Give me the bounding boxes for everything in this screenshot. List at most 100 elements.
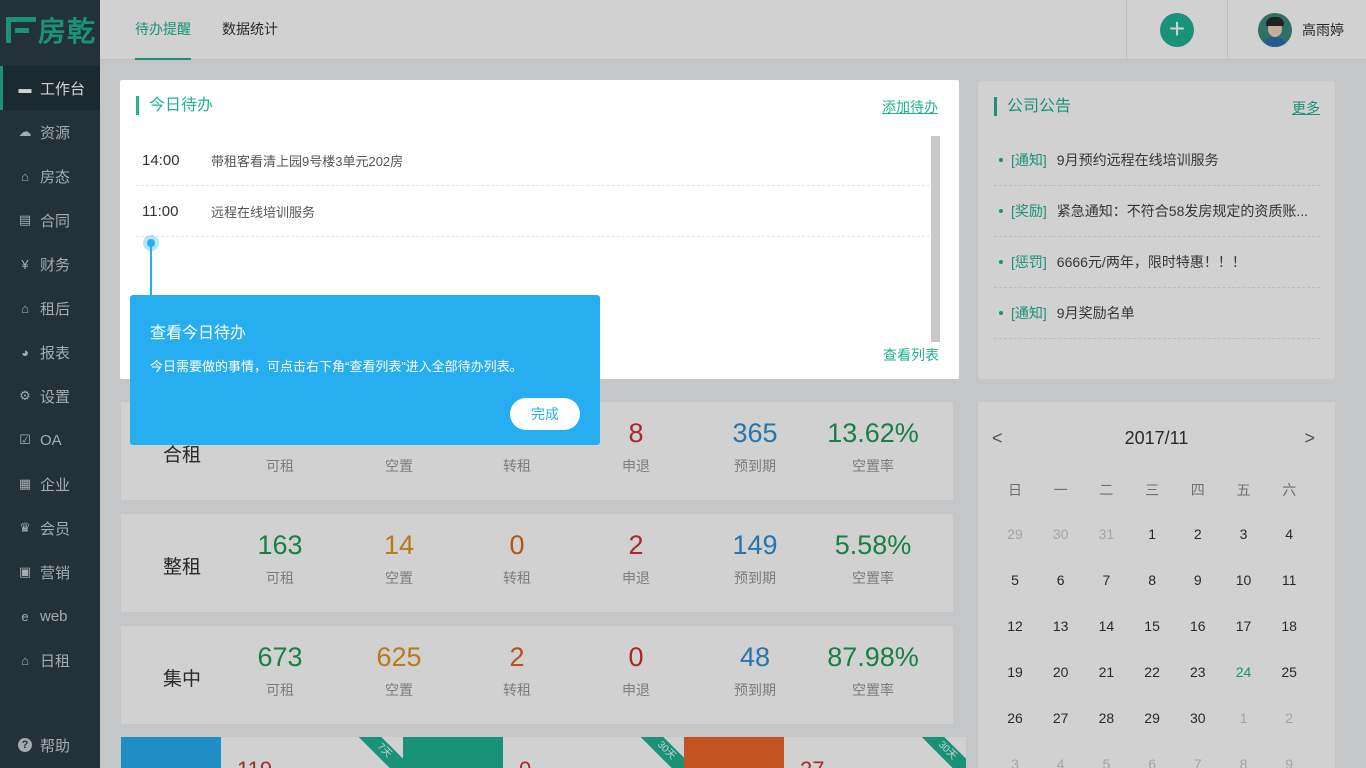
todo-scrollbar[interactable] [931,136,940,342]
calendar-day[interactable]: 21 [1083,664,1129,680]
sidebar-item-enterprise[interactable]: ▦ 企业 [0,462,100,506]
help-link[interactable]: ? 帮助 [0,734,100,756]
calendar-day[interactable]: 20 [1038,664,1084,680]
calendar-day[interactable]: 6 [1129,756,1175,768]
calendar-day[interactable]: 25 [1266,664,1312,680]
add-button[interactable]: + [1160,13,1194,47]
calendar-day[interactable]: 2 [1175,526,1221,542]
calendar-day[interactable]: 1 [1221,710,1267,726]
calendar-day[interactable]: 27 [1038,710,1084,726]
calendar-day[interactable]: 13 [1038,618,1084,634]
calendar-day[interactable]: 1 [1129,526,1175,542]
calendar-day[interactable]: 31 [1083,526,1129,542]
stat-cell[interactable]: 625 空置 [339,640,459,700]
notice-more-link[interactable]: 更多 [1292,98,1320,118]
summary-card[interactable]: 7天 119 [121,737,403,768]
calendar-day[interactable]: 19 [992,664,1038,680]
stat-cell[interactable]: 149 预到期 [695,528,815,588]
stat-cell[interactable]: 48 预到期 [695,640,815,700]
tour-done-button[interactable]: 完成 [510,398,580,430]
brand-logo[interactable]: 房乾 [0,0,100,60]
calendar-day[interactable]: 9 [1175,572,1221,588]
calendar-day[interactable]: 4 [1038,756,1084,768]
stat-cell[interactable]: 2 申退 [576,528,696,588]
calendar-day[interactable]: 22 [1129,664,1175,680]
summary-card[interactable]: 30天 27 [684,737,966,768]
view-list-link[interactable]: 查看列表 [883,345,939,365]
calendar-day[interactable]: 11 [1266,572,1312,588]
calendar-day[interactable]: 24 [1221,664,1267,680]
sidebar-item-settings[interactable]: ⚙ 设置 [0,374,100,418]
sidebar-item-label: 财务 [40,256,71,274]
sidebar-item-oa[interactable]: ☑ OA [0,418,100,462]
todo-item[interactable]: 14:00 带租客看清上园9号楼3单元202房 [136,135,930,186]
stat-cell[interactable]: 163 可租 [220,528,340,588]
stat-cell[interactable]: 0 申退 [576,640,696,700]
calendar-next-button[interactable]: > [1304,428,1315,449]
stat-cell[interactable]: 13.62% 空置率 [813,416,933,476]
calendar-day[interactable]: 3 [992,756,1038,768]
tour-pointer-dot [143,235,159,251]
sidebar-item-workbench[interactable]: ▬ 工作台 [0,66,100,110]
calendar-day[interactable]: 5 [992,572,1038,588]
todo-time: 14:00 [142,151,180,169]
calendar-day[interactable]: 8 [1221,756,1267,768]
avatar[interactable] [1258,13,1292,47]
tab-data-statistics[interactable]: 数据统计 [222,0,278,60]
calendar-day[interactable]: 30 [1175,710,1221,726]
stat-cell[interactable]: 5.58% 空置率 [813,528,933,588]
calendar-day[interactable]: 16 [1175,618,1221,634]
calendar-day[interactable]: 29 [992,526,1038,542]
user-name[interactable]: 高雨婷 [1302,0,1344,60]
calendar-day[interactable]: 8 [1129,572,1175,588]
calendar-day[interactable]: 30 [1038,526,1084,542]
stat-cell[interactable]: 87.98% 空置率 [813,640,933,700]
sidebar-item-web[interactable]: e web [0,594,100,638]
calendar-day[interactable]: 26 [992,710,1038,726]
calendar-day[interactable]: 7 [1175,756,1221,768]
stat-row[interactable]: 集中 673 可租 625 空置 2 转租 0 申退 48 预到期 87.98% 空置率 [121,626,953,724]
summary-card[interactable]: 30天 0 [403,737,685,768]
calendar-day[interactable]: 6 [1038,572,1084,588]
stat-label: 空置率 [852,458,894,474]
stat-cell[interactable]: 14 空置 [339,528,459,588]
sidebar-item-reports[interactable]: ◕ 报表 [0,330,100,374]
calendar-day[interactable]: 5 [1083,756,1129,768]
tab-todo-reminder[interactable]: 待办提醒 [135,0,191,60]
stat-cell[interactable]: 365 预到期 [695,416,815,476]
calendar-day[interactable]: 12 [992,618,1038,634]
calendar-day[interactable]: 29 [1129,710,1175,726]
calendar-day[interactable]: 28 [1083,710,1129,726]
sidebar-item-finance[interactable]: ¥ 财务 [0,242,100,286]
calendar-day[interactable]: 23 [1175,664,1221,680]
stat-cell[interactable]: 2 转租 [457,640,577,700]
calendar-day[interactable]: 17 [1221,618,1267,634]
calendar-day[interactable]: 7 [1083,572,1129,588]
calendar-day[interactable]: 14 [1083,618,1129,634]
todo-item[interactable]: 11:00 远程在线培训服务 [136,186,930,237]
sidebar-item-marketing[interactable]: ▣ 营销 [0,550,100,594]
calendar-day[interactable]: 18 [1266,618,1312,634]
stat-row[interactable]: 整租 163 可租 14 空置 0 转租 2 申退 149 预到期 5.58% 空置率 [121,514,953,612]
sidebar-item-contracts[interactable]: ▤ 合同 [0,198,100,242]
sidebar-item-daily-rent[interactable]: ⌂ 日租 [0,638,100,682]
sidebar-item-resources[interactable]: ☁ 资源 [0,110,100,154]
help-label: 帮助 [40,737,71,755]
notice-item[interactable]: [通知] 9月预约远程在线培训服务 [994,135,1320,186]
calendar-weekday: 三 [1145,482,1160,498]
notice-item[interactable]: [通知] 9月奖励名单 [994,288,1320,339]
notice-item[interactable]: [奖励] 紧急通知：不符合58发房规定的资质账... [994,186,1320,237]
add-todo-link[interactable]: 添加待办 [882,97,938,117]
sidebar-item-after-rent[interactable]: ⌂ 租后 [0,286,100,330]
calendar-day[interactable]: 4 [1266,526,1312,542]
sidebar-item-room-status[interactable]: ⌂ 房态 [0,154,100,198]
stat-cell[interactable]: 673 可租 [220,640,340,700]
calendar-day[interactable]: 3 [1221,526,1267,542]
calendar-day[interactable]: 2 [1266,710,1312,726]
stat-cell[interactable]: 0 转租 [457,528,577,588]
calendar-day[interactable]: 10 [1221,572,1267,588]
sidebar-item-members[interactable]: ♛ 会员 [0,506,100,550]
notice-item[interactable]: [惩罚] 6666元/两年，限时特惠！！！ [994,237,1320,288]
calendar-day[interactable]: 9 [1266,756,1312,768]
calendar-day[interactable]: 15 [1129,618,1175,634]
